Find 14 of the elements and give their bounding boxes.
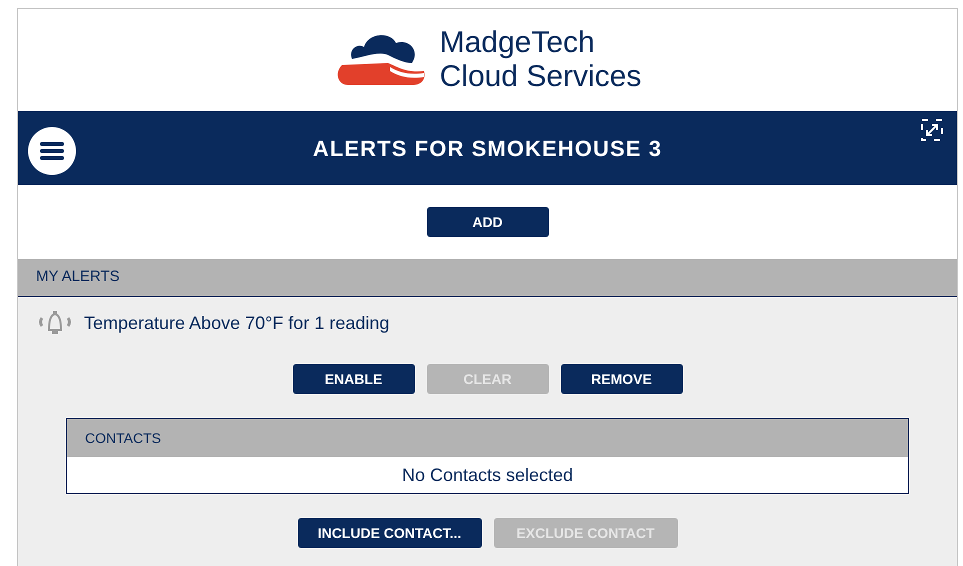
logo-subtitle: Cloud Services [440,62,642,92]
add-button[interactable]: ADD [426,207,548,237]
include-contact-button[interactable]: INCLUDE CONTACT... [298,518,482,548]
alert-text: Temperature Above 70°F for 1 reading [84,312,390,335]
page-title: ALERTS FOR SMOKEHOUSE 3 [312,134,662,162]
expand-icon[interactable] [921,119,943,141]
remove-button[interactable]: REMOVE [560,364,682,394]
menu-icon[interactable] [28,127,76,175]
logo-title: MadgeTech [440,28,596,58]
empty-message: No Contacts selected [402,464,574,486]
bell-icon [38,310,72,336]
enable-button[interactable]: ENABLE [292,364,414,394]
contacts-heading: CONTACTS [85,428,161,448]
section-heading: MY ALERTS [36,267,120,288]
